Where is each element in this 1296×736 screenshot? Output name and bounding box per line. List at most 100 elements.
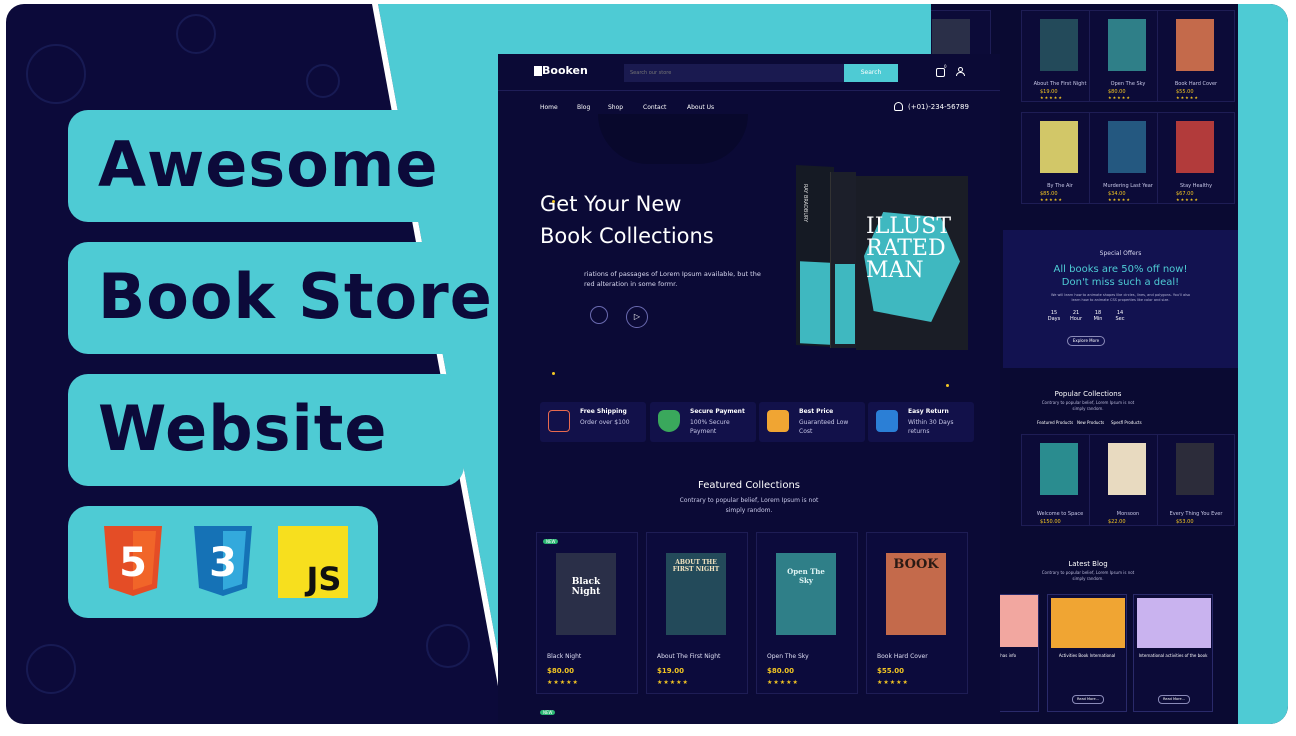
hero-glow (598, 114, 748, 164)
book-cover (1176, 19, 1214, 71)
featured-sub-1: Contrary to popular belief, Lorem Ipsum … (679, 497, 819, 504)
star-rating: ★★★★★ (547, 679, 579, 686)
back-book-card[interactable]: By The Air $85.00 ★★★★★ (1021, 112, 1099, 204)
special-offers-label: Special Offers (1099, 250, 1142, 257)
css3-icon: 3 (194, 526, 252, 596)
svg-text:JS: JS (305, 560, 342, 598)
headline-pill-1: Awesome (68, 110, 521, 222)
book-price: $80.00 (547, 667, 575, 675)
play-button[interactable]: ▷ (626, 306, 648, 328)
book-cover: ABOUT THE FIRST NIGHT (666, 553, 726, 635)
hero-title-2: Book Collections (540, 224, 714, 248)
book-title: Open The Sky (767, 653, 809, 660)
blog-card[interactable]: Activities Book International Read More.… (1047, 594, 1127, 712)
hero-title-1: Get Your New (540, 192, 682, 216)
headset-icon (894, 102, 903, 111)
svg-text:5: 5 (119, 540, 147, 586)
logo-text[interactable]: Booken (542, 64, 588, 77)
read-more-button[interactable]: Read More... (1072, 695, 1104, 704)
price-tag-icon (767, 410, 789, 432)
back-book-card[interactable]: Book Hard Cover $55.00 ★★★★★ (1157, 10, 1235, 102)
book-card[interactable]: BOOK Book Hard Cover $55.00 ★★★★★ (866, 532, 968, 694)
search-button[interactable]: Search (844, 64, 898, 82)
book-spine-band (835, 264, 855, 344)
feature-title: Best Price (799, 408, 834, 415)
tab-new-products[interactable]: New Products (1077, 420, 1104, 425)
book-cover (1108, 19, 1146, 71)
featured-title: Featured Collections (698, 480, 800, 491)
nav-home[interactable]: Home (540, 104, 558, 111)
feature-title: Free Shipping (580, 408, 627, 415)
popular-book-card[interactable]: Monsoon $22.00 (1089, 434, 1167, 526)
book-price: $19.00 (657, 667, 685, 675)
headline-line-2: Book Store (98, 260, 493, 333)
prev-slide-button[interactable] (590, 306, 608, 324)
feature-sub: 100% Secure Payment (690, 419, 730, 435)
book-title: Book Hard Cover (877, 653, 928, 660)
blog-sub-2: simply random. (1072, 576, 1104, 581)
book-cover (1040, 121, 1078, 173)
countdown-days: 15 Days (1047, 310, 1061, 322)
feature-title: Secure Payment (690, 408, 745, 415)
book-spine-band (800, 261, 830, 345)
back-book-card[interactable]: Murdering Last Year $34.00 ★★★★★ (1089, 112, 1167, 204)
book-title: About The First Night (1033, 81, 1087, 87)
popular-sub-2: simply random. (1072, 406, 1104, 411)
book-card[interactable]: ABOUT THE FIRST NIGHT About The First Ni… (646, 532, 748, 694)
doodle (26, 644, 76, 694)
blog-title: Latest Blog (1068, 560, 1108, 568)
book-price: $150.00 (1040, 519, 1061, 525)
book-title: About The First Night (657, 653, 721, 660)
back-book-card[interactable]: About The First Night $19.00 ★★★★★ (1021, 10, 1099, 102)
shield-icon (658, 410, 680, 432)
star-rating: ★★★★★ (1108, 197, 1131, 202)
cart-icon[interactable] (936, 68, 945, 77)
back-book-card[interactable]: Stay Healthy $67.00 ★★★★★ (1157, 112, 1235, 204)
javascript-icon: JS (278, 526, 348, 598)
read-more-button[interactable]: Read More... (1158, 695, 1190, 704)
popular-book-card[interactable]: Welcome to Space $150.00 (1021, 434, 1099, 526)
back-book-card[interactable]: Open The Sky $80.00 ★★★★★ (1089, 10, 1167, 102)
sparkle-dot (552, 200, 555, 203)
countdown-seconds: 14 Sec (1115, 310, 1125, 322)
book-price: $53.00 (1176, 519, 1194, 525)
blog-post-title: Activities Book International (1058, 653, 1116, 658)
book-logo-icon (534, 66, 542, 76)
blog-post-title: International activities of the book (1138, 653, 1208, 658)
explore-more-button[interactable]: Explore More (1067, 336, 1105, 346)
blog-image (1051, 598, 1125, 648)
star-rating: ★★★★★ (1176, 197, 1199, 202)
feature-sub: Within 30 Days returns (908, 419, 954, 435)
user-icon[interactable] (956, 67, 965, 77)
nav-about-us[interactable]: About Us (687, 104, 714, 111)
star-rating: ★★★★★ (1040, 95, 1063, 100)
nav-contact[interactable]: Contact (643, 104, 666, 111)
tab-special-products[interactable]: Spesfl Products (1111, 420, 1142, 425)
blog-card[interactable]: International activities of the book Rea… (1133, 594, 1213, 712)
book-title: Welcome to Space (1036, 511, 1084, 517)
book-price: $80.00 (767, 667, 795, 675)
doodle (426, 624, 470, 668)
special-headline-2: Don't miss such a deal! (1061, 277, 1180, 288)
doodle (176, 14, 216, 54)
nav-blog[interactable]: Blog (577, 104, 590, 111)
phone-number[interactable]: (+01)-234-56789 (908, 103, 969, 111)
doodle (306, 64, 340, 98)
blog-image (1137, 598, 1211, 648)
sparkle-dot (946, 384, 949, 387)
main-page-screenshot: Booken Search 0 Home Blog Shop Contact A… (498, 54, 1000, 724)
countdown-hours: 21 Hour (1069, 310, 1083, 322)
book-title: Murdering Last Year (1103, 183, 1153, 189)
book-cover: Open The Sky (776, 553, 836, 635)
star-rating: ★★★★★ (877, 679, 909, 686)
book-cover (1176, 443, 1214, 495)
popular-book-card[interactable]: Every Thing You Ever $53.00 (1157, 434, 1235, 526)
nav-shop[interactable]: Shop (608, 104, 623, 111)
book-card[interactable]: Open The Sky Open The Sky $80.00 ★★★★★ (756, 532, 858, 694)
book-cover (1108, 121, 1146, 173)
headline-pill-3: Website (68, 374, 464, 486)
search-input[interactable] (624, 64, 846, 82)
tab-featured-products[interactable]: Featured Products (1037, 420, 1073, 425)
book-spine-author: RAY BRADBURY (802, 184, 808, 223)
book-card[interactable]: NEW Black Night Black Night $80.00 ★★★★★ (536, 532, 638, 694)
